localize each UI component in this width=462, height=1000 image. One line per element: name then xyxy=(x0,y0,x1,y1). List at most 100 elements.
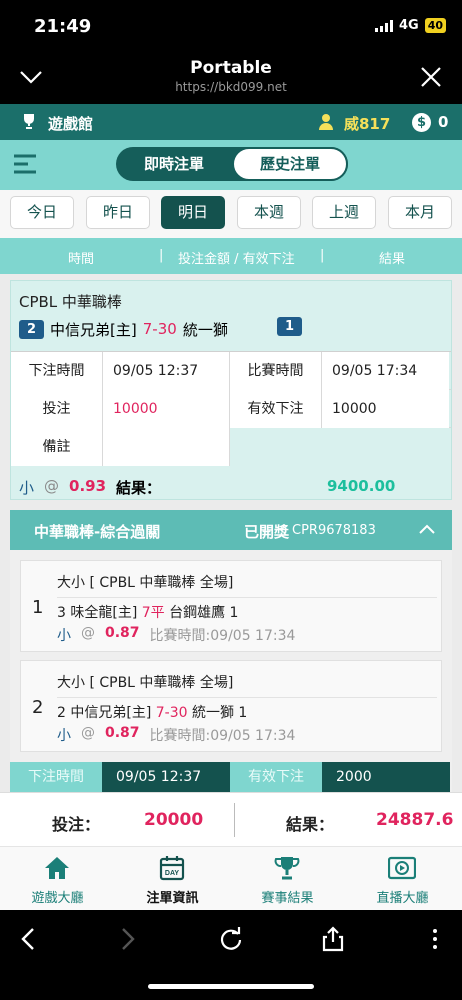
nav-bet-info[interactable]: DAY 注單資訊 xyxy=(115,847,230,911)
trophy-icon xyxy=(274,857,300,880)
at-sign: @ xyxy=(44,477,60,495)
handicap-line: 7平 xyxy=(141,605,165,621)
col-separator: | xyxy=(159,248,164,263)
result-label: 結果： xyxy=(116,479,162,497)
forward-icon[interactable] xyxy=(114,926,140,952)
col-separator: | xyxy=(320,248,325,263)
bet-time-value: 09/05 12:37 xyxy=(103,352,230,390)
svg-text:DAY: DAY xyxy=(165,870,179,877)
tab-history-bets[interactable]: 歷史注單 xyxy=(232,147,348,181)
pick-side: 小 xyxy=(57,728,71,744)
match-time-label: 比賽時間 xyxy=(230,352,322,390)
odds: 0.87 xyxy=(105,725,140,741)
bet-time-value: 09/05 12:37 xyxy=(102,762,230,792)
grid-filler xyxy=(230,428,451,466)
away-team: 統一獅 xyxy=(182,320,228,339)
date-filter-row: 今日 昨日 明日 本週 上週 本月 xyxy=(0,190,462,238)
at-sign: @ xyxy=(81,625,95,641)
note-label: 備註 xyxy=(11,428,103,466)
parlay-leg: 2 大小 [ CPBL 中華職棒 全場] 2 中信兄弟[主] 7-30 統一獅 … xyxy=(20,660,442,752)
column-header: 時間 | 投注金額 / 有效下注 | 結果 xyxy=(0,238,462,274)
bet-tabs-bar: 即時注單 歷史注單 xyxy=(0,140,462,190)
divider xyxy=(57,597,437,598)
bet-time-label: 下注時間 xyxy=(10,762,102,792)
total-result-value: 24887.6 xyxy=(376,810,454,830)
dollar-icon: $ xyxy=(412,113,431,132)
back-icon[interactable] xyxy=(16,926,42,952)
leg-pick: 2 中信兄弟[主] 7-30 統一獅 1 xyxy=(57,705,248,721)
filter-tomorrow[interactable]: 明日 xyxy=(161,196,225,229)
match-time-value: 09/05 17:34 xyxy=(322,352,449,390)
home-team: 中信兄弟[主] xyxy=(50,320,137,339)
note-value xyxy=(103,428,230,466)
leg-odds-row: 小 @ 0.87 比賽時間:09/05 17:34 xyxy=(57,725,295,745)
leg-odds-row: 小 @ 0.87 比賽時間:09/05 17:34 xyxy=(57,625,295,645)
divider xyxy=(234,803,235,837)
team-number-badge: 1 xyxy=(277,317,303,336)
filter-today[interactable]: 今日 xyxy=(10,196,74,229)
nav-label: 賽事結果 xyxy=(261,891,314,906)
bet-type-toggle: 即時注單 歷史注單 xyxy=(116,147,348,181)
close-icon[interactable] xyxy=(420,66,442,88)
game-hall-link[interactable]: 遊戲館 xyxy=(48,113,93,134)
filter-yesterday[interactable]: 昨日 xyxy=(86,196,150,229)
bet-time-label: 下注時間 xyxy=(11,352,103,390)
play-screen-icon xyxy=(388,856,416,880)
parlay-header[interactable]: 中華職棒-綜合過關 已開獎 CPR9678183 xyxy=(10,510,452,550)
at-sign: @ xyxy=(81,725,95,741)
network-label: 4G xyxy=(398,18,419,33)
browser-title: Portable xyxy=(190,58,272,78)
stake-label: 投注 xyxy=(11,390,103,428)
valid-bet-label: 有效下注 xyxy=(230,390,322,428)
share-icon[interactable] xyxy=(320,926,346,952)
more-icon[interactable] xyxy=(422,926,448,952)
total-result-label: 結果： xyxy=(286,815,335,834)
bet-details-grid: 下注時間 09/05 12:37 比賽時間 09/05 17:34 投注 100… xyxy=(11,351,451,466)
username[interactable]: 威817 xyxy=(344,113,390,134)
trophy-icon xyxy=(24,114,34,129)
leg-number: 2 xyxy=(32,697,44,718)
totals-bar: 投注： 20000 結果： 24887.6 xyxy=(0,792,462,846)
match-time: 比賽時間:09/05 17:34 xyxy=(149,628,296,644)
bet-list[interactable]: CPBL 中華職棒 2 中信兄弟[主] 7-30 統一獅 1 下注時間 09/0… xyxy=(0,274,462,792)
home-indicator[interactable] xyxy=(148,984,314,989)
browser-url: https://bkd099.net xyxy=(175,80,287,94)
filter-this-week[interactable]: 本週 xyxy=(237,196,301,229)
calendar-icon: DAY xyxy=(159,856,185,881)
matchup: 2 中信兄弟[主] 7-30 統一獅 xyxy=(19,317,228,341)
payout: 9400.00 xyxy=(327,477,396,495)
nav-live-lobby[interactable]: 直播大廳 xyxy=(345,847,460,911)
menu-icon[interactable] xyxy=(12,152,38,176)
signal-icon xyxy=(374,19,393,32)
status-badge: 已開獎 xyxy=(244,523,290,541)
battery-icon: 40 xyxy=(424,18,446,33)
nav-match-results[interactable]: 賽事結果 xyxy=(230,847,345,911)
chevron-up-icon[interactable] xyxy=(418,522,436,536)
nav-game-lobby[interactable]: 遊戲大廳 xyxy=(0,847,115,911)
bet-card-single: CPBL 中華職棒 2 中信兄弟[主] 7-30 統一獅 1 下注時間 09/0… xyxy=(10,280,452,500)
valid-bet-value: 10000 xyxy=(322,390,449,428)
status-bar: 21:49 4G 40 xyxy=(0,0,462,52)
nav-label: 直播大廳 xyxy=(376,891,429,906)
parlay-title: 中華職棒-綜合過關 xyxy=(34,523,161,541)
total-bet-label: 投注： xyxy=(52,815,101,834)
balance: 0 xyxy=(438,113,449,131)
parlay-leg: 1 大小 [ CPBL 中華職棒 全場] 3 味全龍[主] 7平 台鋼雄鷹 1 … xyxy=(20,560,442,652)
reload-icon[interactable] xyxy=(218,926,244,952)
grid-row: 投注 10000 有效下注 10000 xyxy=(11,390,451,428)
pick-side: 小 xyxy=(19,479,35,497)
parlay-footer-grid: 下注時間 09/05 12:37 有效下注 2000 xyxy=(10,762,452,792)
app-topbar: 遊戲館 威817 $ 0 xyxy=(0,104,462,140)
bet-card-parlay: 中華職棒-綜合過關 已開獎 CPR9678183 1 大小 [ CPBL 中華職… xyxy=(10,510,452,792)
filter-last-week[interactable]: 上週 xyxy=(312,196,376,229)
league-name: CPBL 中華職棒 xyxy=(19,293,122,311)
total-bet-value: 20000 xyxy=(144,810,204,830)
bet-result-line: 小 @ 0.93 結果： xyxy=(19,477,161,498)
handicap-line: 7-30 xyxy=(155,705,188,721)
user-icon xyxy=(319,114,333,130)
nav-label: 遊戲大廳 xyxy=(31,891,84,906)
nav-label: 注單資訊 xyxy=(146,891,199,906)
filter-this-month[interactable]: 本月 xyxy=(388,196,452,229)
tab-live-bets[interactable]: 即時注單 xyxy=(116,147,232,181)
grid-row: 下注時間 09/05 12:37 比賽時間 09/05 17:34 xyxy=(11,352,451,390)
